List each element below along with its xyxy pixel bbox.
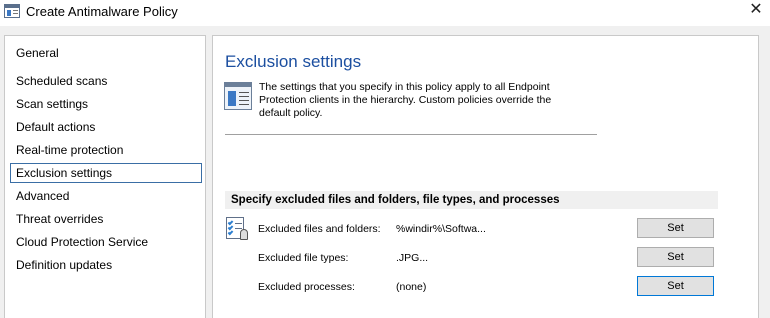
settings-navigation: General Scheduled scans Scan settings De… xyxy=(4,35,206,318)
nav-item-cloud-protection-service[interactable]: Cloud Protection Service xyxy=(10,232,202,252)
nav-item-scheduled-scans[interactable]: Scheduled scans xyxy=(10,71,202,91)
window-title: Create Antimalware Policy xyxy=(26,4,178,19)
excluded-processes-value: (none) xyxy=(396,281,427,293)
divider xyxy=(225,134,597,135)
set-files-folders-button[interactable]: Set xyxy=(637,218,714,238)
close-icon[interactable]: ✕ xyxy=(746,1,766,21)
file-exclusion-icon xyxy=(224,215,250,241)
title-bar: Create Antimalware Policy ✕ xyxy=(0,0,770,26)
policy-info-text: The settings that you specify in this po… xyxy=(259,81,552,119)
window-app-icon xyxy=(4,4,20,18)
nav-item-definition-updates[interactable]: Definition updates xyxy=(10,255,202,275)
excluded-processes-label: Excluded processes: xyxy=(258,281,355,293)
settings-panel: Exclusion settings The settings that you… xyxy=(212,35,759,318)
nav-item-scan-settings[interactable]: Scan settings xyxy=(10,94,202,114)
excluded-files-folders-label: Excluded files and folders: xyxy=(258,223,381,235)
set-processes-button[interactable]: Set xyxy=(637,276,714,296)
nav-item-general[interactable]: General xyxy=(10,43,202,63)
nav-item-real-time-protection[interactable]: Real-time protection xyxy=(10,140,202,160)
policy-info-icon xyxy=(224,82,252,110)
nav-item-default-actions[interactable]: Default actions xyxy=(10,117,202,137)
nav-item-advanced[interactable]: Advanced xyxy=(10,186,202,206)
nav-item-threat-overrides[interactable]: Threat overrides xyxy=(10,209,202,229)
excluded-file-types-label: Excluded file types: xyxy=(258,252,349,264)
page-title: Exclusion settings xyxy=(225,52,362,71)
excluded-file-types-value: .JPG... xyxy=(396,252,429,264)
section-header: Specify excluded files and folders, file… xyxy=(225,191,718,209)
set-file-types-button[interactable]: Set xyxy=(637,247,714,267)
nav-item-exclusion-settings[interactable]: Exclusion settings xyxy=(10,163,202,183)
excluded-files-folders-value: %windir%\Softwa... xyxy=(396,223,486,235)
